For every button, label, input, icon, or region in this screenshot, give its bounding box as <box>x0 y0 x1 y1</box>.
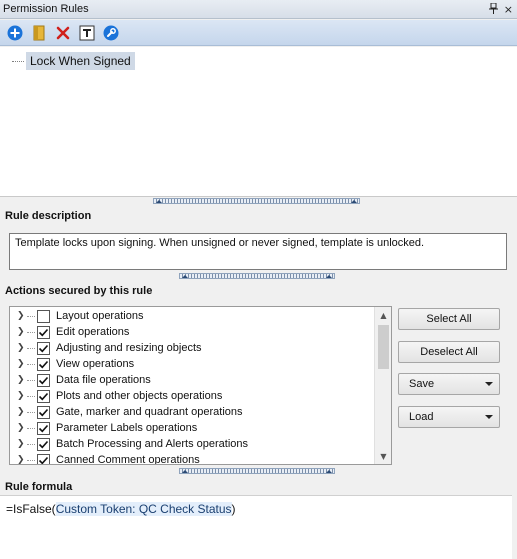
action-label: Data file operations <box>56 374 151 386</box>
tree-connector <box>12 60 24 62</box>
actions-list: ❯ Layout operations ❯ Edit operations ❯ … <box>9 306 392 465</box>
window-controls: × <box>488 2 513 16</box>
action-item-parameter-labels[interactable]: ❯ Parameter Labels operations <box>10 420 374 436</box>
delete-icon[interactable] <box>54 24 72 42</box>
action-label: View operations <box>56 358 135 370</box>
action-item-edit[interactable]: ❯ Edit operations <box>10 324 374 340</box>
action-checkbox[interactable] <box>37 341 50 355</box>
text-token-icon[interactable] <box>78 24 96 42</box>
tree-connector <box>27 347 35 349</box>
action-checkbox[interactable] <box>37 453 50 464</box>
deselect-all-button[interactable]: Deselect All <box>398 341 500 363</box>
action-item-batch-processing[interactable]: ❯ Batch Processing and Alerts operations <box>10 436 374 452</box>
expand-chevron-icon[interactable]: ❯ <box>17 359 27 369</box>
expand-chevron-icon[interactable]: ❯ <box>17 439 27 449</box>
expand-chevron-icon[interactable]: ❯ <box>17 375 27 385</box>
settings-wrench-icon[interactable] <box>102 24 120 42</box>
action-label: Parameter Labels operations <box>56 422 198 434</box>
formula-scroll-edge <box>512 495 517 559</box>
close-icon[interactable]: × <box>504 4 513 15</box>
action-item-data-file[interactable]: ❯ Data file operations <box>10 372 374 388</box>
action-label: Canned Comment operations <box>56 454 200 465</box>
expand-chevron-icon[interactable]: ❯ <box>17 311 27 321</box>
action-checkbox[interactable] <box>37 325 50 339</box>
expand-chevron-icon[interactable]: ❯ <box>17 423 27 433</box>
action-label: Gate, marker and quadrant operations <box>56 406 243 418</box>
expand-chevron-icon[interactable]: ❯ <box>17 455 27 464</box>
formula-prefix: =IsFalse( <box>6 502 56 516</box>
splitter-arrow-icon <box>182 469 188 473</box>
rule-description-field[interactable]: Template locks upon signing. When unsign… <box>9 233 507 270</box>
add-icon[interactable] <box>6 24 24 42</box>
action-item-view[interactable]: ❯ View operations <box>10 356 374 372</box>
window-title: Permission Rules <box>3 3 89 15</box>
action-checkbox[interactable] <box>37 405 50 419</box>
action-checkbox[interactable] <box>37 373 50 387</box>
expand-chevron-icon[interactable]: ❯ <box>17 327 27 337</box>
save-button-label: Save <box>409 378 435 390</box>
save-dropdown-button[interactable]: Save <box>398 373 500 395</box>
action-item-layout[interactable]: ❯ Layout operations <box>10 308 374 324</box>
splitter-arrow-icon <box>326 469 332 473</box>
folder-icon[interactable] <box>30 24 48 42</box>
action-item-gate[interactable]: ❯ Gate, marker and quadrant operations <box>10 404 374 420</box>
actions-heading: Actions secured by this rule <box>5 285 153 297</box>
tree-connector <box>27 363 35 365</box>
tree-connector <box>27 379 35 381</box>
expand-chevron-icon[interactable]: ❯ <box>17 391 27 401</box>
load-dropdown-button[interactable]: Load <box>398 406 500 428</box>
rule-description-heading: Rule description <box>5 210 92 222</box>
splitter-actions[interactable] <box>179 468 335 474</box>
rules-tree: Lock When Signed <box>0 47 517 197</box>
action-checkbox[interactable] <box>37 309 50 323</box>
actions-scrollbar[interactable]: ▲ ▼ <box>374 307 391 464</box>
splitter-arrow-icon <box>351 199 357 203</box>
expand-chevron-icon[interactable]: ❯ <box>17 407 27 417</box>
splitter-arrow-icon <box>182 274 188 278</box>
scroll-up-icon[interactable]: ▲ <box>375 308 391 322</box>
tree-item-lock-when-signed[interactable]: Lock When Signed <box>12 52 135 70</box>
action-item-canned-comment[interactable]: ❯ Canned Comment operations <box>10 452 374 465</box>
title-bar: Permission Rules × <box>0 0 517 19</box>
action-item-plots[interactable]: ❯ Plots and other objects operations <box>10 388 374 404</box>
tree-connector <box>27 411 35 413</box>
chevron-down-icon <box>485 415 493 419</box>
load-button-label: Load <box>409 411 434 423</box>
rule-formula-heading: Rule formula <box>5 481 73 493</box>
splitter-arrow-icon <box>326 274 332 278</box>
select-all-button[interactable]: Select All <box>398 308 500 330</box>
formula-token[interactable]: Custom Token: QC Check Status <box>55 502 232 516</box>
action-checkbox[interactable] <box>37 437 50 451</box>
splitter-arrow-icon <box>156 199 162 203</box>
action-checkbox[interactable] <box>37 389 50 403</box>
tree-item-label: Lock When Signed <box>26 52 135 70</box>
action-item-adjusting[interactable]: ❯ Adjusting and resizing objects <box>10 340 374 356</box>
pin-icon[interactable] <box>488 2 498 16</box>
action-label: Adjusting and resizing objects <box>56 342 202 354</box>
tree-connector <box>27 315 35 317</box>
action-label: Edit operations <box>56 326 130 338</box>
action-label: Batch Processing and Alerts operations <box>56 438 249 450</box>
splitter-description[interactable] <box>179 273 335 279</box>
action-label: Layout operations <box>56 310 144 322</box>
tree-connector <box>27 331 35 333</box>
rule-formula-editor[interactable]: =IsFalse(Custom Token: QC Check Status) <box>0 495 512 559</box>
tree-connector <box>27 459 35 461</box>
action-checkbox[interactable] <box>37 357 50 371</box>
scrollbar-thumb[interactable] <box>378 325 389 369</box>
tree-connector <box>27 443 35 445</box>
tree-connector <box>27 395 35 397</box>
scroll-down-icon[interactable]: ▼ <box>375 449 391 463</box>
formula-suffix: ) <box>231 502 236 516</box>
toolbar <box>0 20 517 46</box>
expand-chevron-icon[interactable]: ❯ <box>17 343 27 353</box>
action-label: Plots and other objects operations <box>56 390 223 402</box>
action-checkbox[interactable] <box>37 421 50 435</box>
chevron-down-icon <box>485 382 493 386</box>
splitter-tree[interactable] <box>153 198 360 204</box>
tree-connector <box>27 427 35 429</box>
